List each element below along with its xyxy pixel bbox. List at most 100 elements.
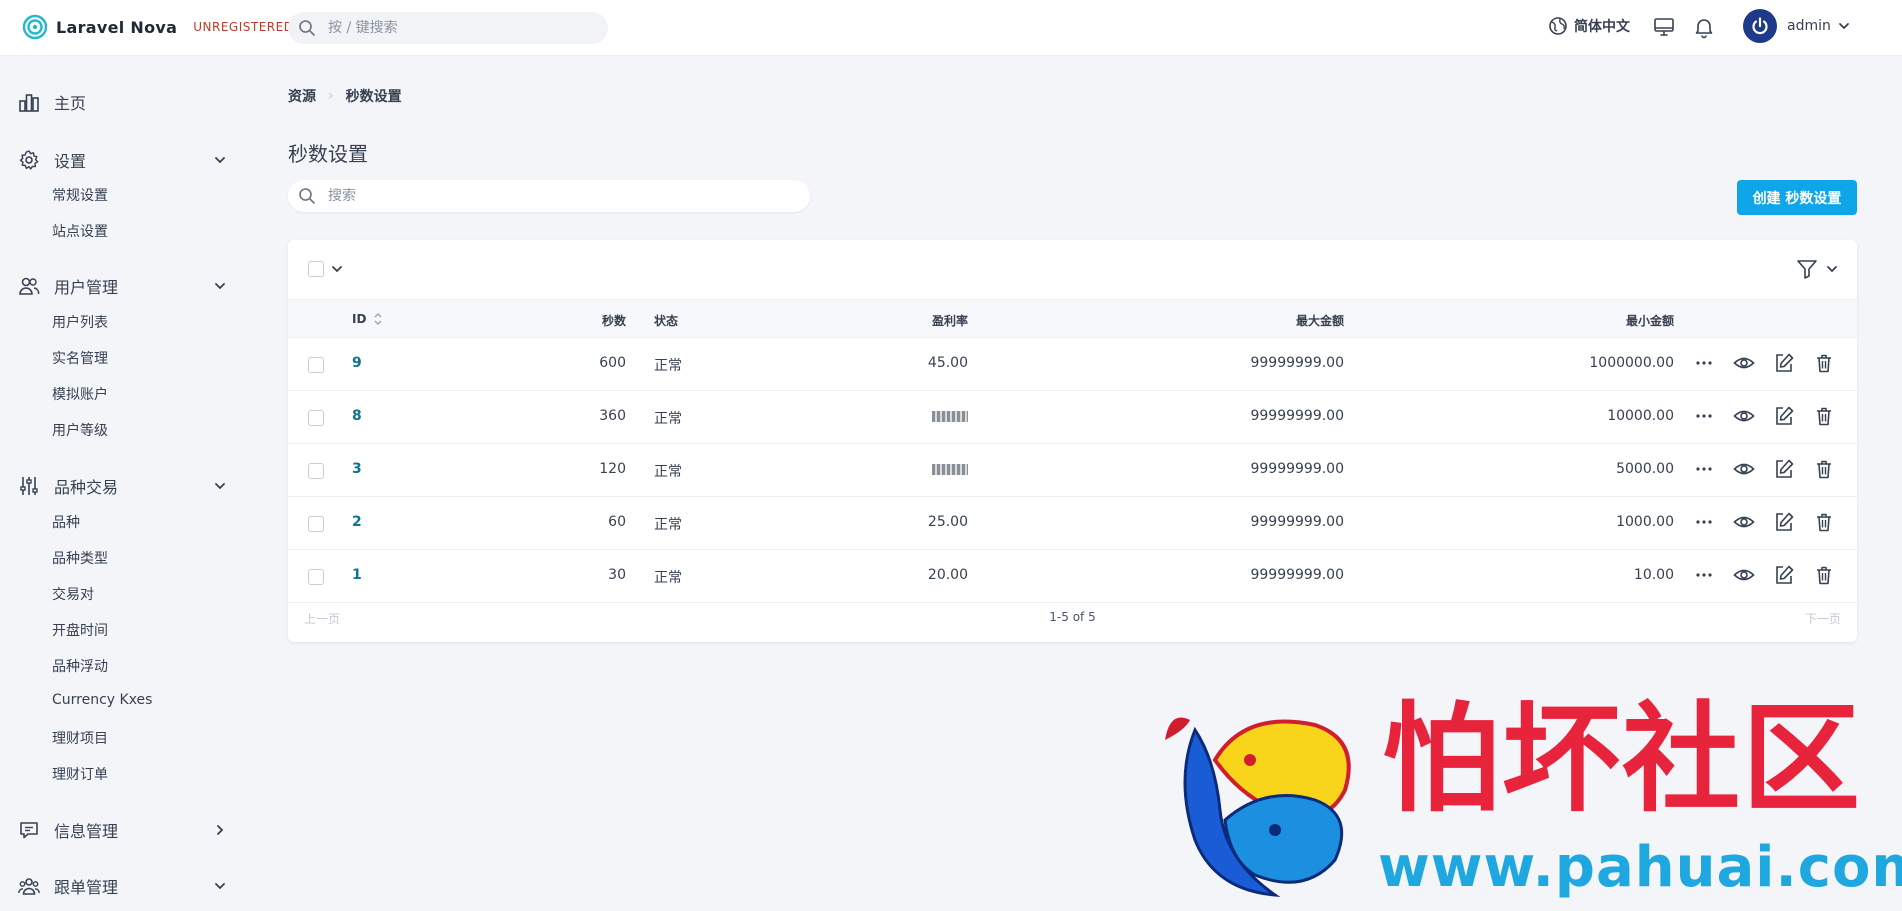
- row-actions: [1693, 405, 1853, 427]
- edit-icon[interactable]: [1773, 511, 1795, 533]
- more-icon[interactable]: [1693, 511, 1715, 533]
- row-min: 1000000.00: [1589, 355, 1674, 371]
- sidebar-item-home[interactable]: 主页: [18, 89, 228, 115]
- pagination: 上一页 1-5 of 5 下一页: [288, 590, 1857, 642]
- resource-search[interactable]: [288, 180, 810, 212]
- watermark-url: www.pahuai.com: [1378, 835, 1902, 900]
- next-page-button[interactable]: 下一页: [1805, 610, 1841, 627]
- bell-icon[interactable]: [1692, 15, 1716, 39]
- row-id-link[interactable]: 1: [352, 567, 362, 583]
- sidebar-group-users[interactable]: 用户管理: [18, 273, 228, 299]
- row-actions: [1693, 511, 1853, 533]
- select-all-checkbox[interactable]: [308, 261, 324, 277]
- trash-icon[interactable]: [1813, 564, 1835, 586]
- sidebar-item-trading-pairs[interactable]: 交易对: [52, 584, 94, 604]
- sidebar-item-general-settings[interactable]: 常规设置: [52, 185, 108, 205]
- trash-icon[interactable]: [1813, 458, 1835, 480]
- row-checkbox[interactable]: [308, 410, 324, 426]
- sidebar-group-trading[interactable]: 品种交易: [18, 473, 228, 499]
- row-checkbox[interactable]: [308, 516, 324, 532]
- globe-icon: [1549, 17, 1567, 35]
- row-profit-redacted: [868, 408, 968, 424]
- sidebar-item-label: 信息管理: [54, 822, 119, 841]
- user-group-icon: [18, 878, 40, 895]
- sidebar-group-settings[interactable]: 设置: [18, 147, 228, 173]
- row-max: 99999999.00: [1250, 355, 1344, 371]
- filter-button[interactable]: [1795, 257, 1839, 281]
- eye-icon[interactable]: [1733, 564, 1755, 586]
- row-status: 正常: [654, 517, 682, 533]
- trash-icon[interactable]: [1813, 511, 1835, 533]
- sidebar-item-label: 跟单管理: [54, 878, 119, 897]
- row-actions: [1693, 352, 1853, 374]
- row-id-link[interactable]: 8: [352, 408, 362, 424]
- row-checkbox[interactable]: [308, 463, 324, 479]
- row-checkbox[interactable]: [308, 569, 324, 585]
- more-icon[interactable]: [1693, 352, 1715, 374]
- sidebar-item-wealth-projects[interactable]: 理财项目: [52, 728, 108, 748]
- row-id-link[interactable]: 2: [352, 514, 362, 530]
- more-icon[interactable]: [1693, 458, 1715, 480]
- column-header-id[interactable]: ID: [352, 312, 384, 326]
- sidebar-item-user-levels[interactable]: 用户等级: [52, 420, 108, 440]
- table-toolbar: [288, 240, 1857, 300]
- row-checkbox[interactable]: [308, 357, 324, 373]
- breadcrumb-root[interactable]: 资源: [288, 86, 316, 106]
- sidebar-item-verification[interactable]: 实名管理: [52, 348, 108, 368]
- redacted-value: [932, 463, 968, 475]
- sidebar-group-copy-trading[interactable]: 跟单管理: [18, 873, 228, 899]
- row-max: 99999999.00: [1250, 514, 1344, 530]
- sidebar-item-products[interactable]: 品种: [52, 512, 80, 532]
- monitor-icon[interactable]: [1652, 15, 1676, 39]
- chevron-down-icon: [332, 266, 342, 273]
- edit-icon[interactable]: [1773, 405, 1795, 427]
- eye-icon[interactable]: [1733, 458, 1755, 480]
- global-search[interactable]: [288, 12, 608, 44]
- bulk-select[interactable]: [308, 261, 344, 277]
- power-icon: [1752, 17, 1768, 35]
- brand[interactable]: Laravel Nova UNREGISTERED: [22, 14, 293, 40]
- trash-icon[interactable]: [1813, 405, 1835, 427]
- row-max: 99999999.00: [1250, 408, 1344, 424]
- row-min: 10000.00: [1607, 408, 1674, 424]
- edit-icon[interactable]: [1773, 564, 1795, 586]
- table-row: 9 600 正常 45.00 99999999.00 1000000.00: [288, 338, 1857, 391]
- chevron-right-icon: [217, 825, 224, 835]
- global-search-input[interactable]: [328, 20, 588, 36]
- sidebar: 主页 设置 常规设置 站点设置 用户管理 用户列表 实名管理 模拟账户 用户等级: [0, 55, 270, 911]
- sidebar-item-wealth-orders[interactable]: 理财订单: [52, 764, 108, 784]
- row-seconds: 600: [599, 355, 626, 371]
- row-id-link[interactable]: 3: [352, 461, 362, 477]
- nova-logo-icon: [22, 14, 48, 40]
- breadcrumb: 资源 › 秒数设置: [288, 86, 402, 106]
- edit-icon[interactable]: [1773, 352, 1795, 374]
- sort-icon: [374, 313, 382, 325]
- row-seconds: 120: [599, 461, 626, 477]
- more-icon[interactable]: [1693, 405, 1715, 427]
- sidebar-item-product-types[interactable]: 品种类型: [52, 548, 108, 568]
- watermark-text: 怕坏社区: [1382, 689, 1863, 828]
- resource-search-input[interactable]: [328, 188, 788, 204]
- sidebar-item-user-list[interactable]: 用户列表: [52, 312, 108, 332]
- sidebar-item-site-settings[interactable]: 站点设置: [52, 221, 108, 241]
- sidebar-item-opening-hours[interactable]: 开盘时间: [52, 620, 108, 640]
- row-id-link[interactable]: 9: [352, 355, 362, 371]
- row-profit: 45.00: [927, 355, 968, 371]
- sidebar-group-messages[interactable]: 信息管理: [18, 817, 228, 843]
- create-button[interactable]: 创建 秒数设置: [1737, 180, 1857, 215]
- language-switcher[interactable]: 简体中文: [1548, 16, 1630, 36]
- user-menu[interactable]: admin: [1743, 9, 1851, 43]
- eye-icon[interactable]: [1733, 405, 1755, 427]
- edit-icon[interactable]: [1773, 458, 1795, 480]
- eye-icon[interactable]: [1733, 352, 1755, 374]
- more-icon[interactable]: [1693, 564, 1715, 586]
- breadcrumb-current: 秒数设置: [345, 89, 402, 105]
- sidebar-item-currency-kxes[interactable]: Currency Kxes: [52, 692, 152, 708]
- search-icon: [299, 20, 315, 36]
- sidebar-item-price-float[interactable]: 品种浮动: [52, 656, 108, 676]
- sidebar-item-demo-accounts[interactable]: 模拟账户: [52, 384, 108, 404]
- row-profit: 25.00: [927, 514, 968, 530]
- trash-icon[interactable]: [1813, 352, 1835, 374]
- eye-icon[interactable]: [1733, 511, 1755, 533]
- row-seconds: 60: [608, 514, 626, 530]
